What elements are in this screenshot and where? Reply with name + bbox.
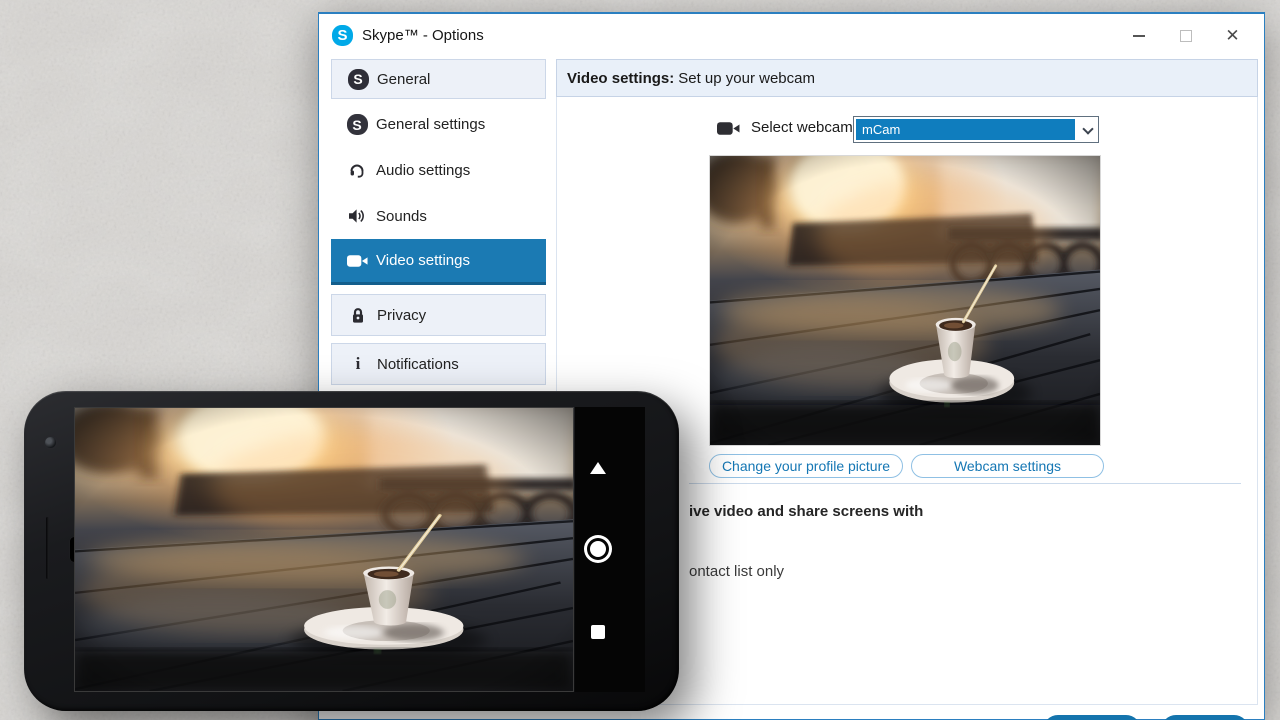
window-title: Skype™ - Options <box>362 27 484 44</box>
close-icon: ✕ <box>1225 26 1239 46</box>
shutter-icon <box>590 541 606 557</box>
webcam-selected-value: mCam <box>856 119 1075 140</box>
skype-icon: S <box>344 114 370 135</box>
sidebar-item-general-settings[interactable]: S General settings <box>331 102 546 147</box>
change-profile-picture-button[interactable]: Change your profile picture <box>709 454 903 478</box>
lock-icon <box>345 307 371 324</box>
maximize-button[interactable] <box>1162 14 1209 57</box>
info-icon: i <box>345 354 371 374</box>
select-webcam-label: Select webcam: <box>751 119 857 136</box>
section-divider <box>689 483 1241 484</box>
sidebar-item-label: General settings <box>376 116 485 133</box>
speaker-grille <box>46 517 49 579</box>
contact-list-option: ontact list only <box>689 563 784 580</box>
share-screens-heading: ive video and share screens with <box>689 503 923 520</box>
sidebar-item-notifications[interactable]: i Notifications <box>331 343 546 385</box>
minimize-icon <box>1133 35 1145 37</box>
sidebar-item-label: Sounds <box>376 208 427 225</box>
bottom-action-button-1[interactable] <box>1043 715 1141 720</box>
camera-controls-strip <box>575 407 645 692</box>
square-icon <box>591 625 605 639</box>
panel-header: Video settings: Set up your webcam <box>556 59 1258 97</box>
webcam-preview <box>709 155 1101 446</box>
panel-header-subtitle: Set up your webcam <box>678 70 815 87</box>
sidebar-item-label: Notifications <box>377 356 459 373</box>
minimize-button[interactable] <box>1115 14 1162 57</box>
sidebar-item-label: Audio settings <box>376 162 470 179</box>
zoom-up-triangle-button[interactable] <box>583 462 613 474</box>
sidebar-item-privacy[interactable]: Privacy <box>331 294 546 336</box>
options-sidebar: S General S General settings Audio setti… <box>331 59 546 404</box>
phone-overlay <box>24 391 679 711</box>
sidebar-item-sounds[interactable]: Sounds <box>331 193 546 239</box>
sidebar-item-label: Privacy <box>377 307 426 324</box>
sidebar-item-general[interactable]: S General <box>331 59 546 99</box>
webcam-icon <box>717 121 740 141</box>
sidebar-item-audio-settings[interactable]: Audio settings <box>331 147 546 193</box>
webcam-select-dropdown[interactable]: mCam <box>853 116 1099 143</box>
front-camera-icon <box>45 437 56 448</box>
sidebar-item-video-settings[interactable]: Video settings <box>331 239 546 285</box>
sidebar-item-label: Video settings <box>376 252 470 269</box>
up-triangle-icon <box>590 462 606 474</box>
chevron-down-icon <box>1082 123 1093 134</box>
speaker-icon <box>344 207 370 225</box>
shutter-button[interactable] <box>583 541 613 557</box>
headset-icon <box>344 161 370 179</box>
video-camera-icon <box>344 254 370 268</box>
maximize-icon <box>1180 30 1192 42</box>
sidebar-item-label: General <box>377 71 430 88</box>
skype-app-icon: S <box>332 25 353 46</box>
skype-icon: S <box>345 69 371 90</box>
webcam-settings-button[interactable]: Webcam settings <box>911 454 1104 478</box>
mode-square-button[interactable] <box>583 625 613 639</box>
bottom-action-button-2[interactable] <box>1161 715 1249 720</box>
close-button[interactable]: ✕ <box>1209 14 1256 57</box>
panel-header-title: Video settings: <box>567 70 674 87</box>
phone-camera-viewfinder <box>74 407 574 692</box>
